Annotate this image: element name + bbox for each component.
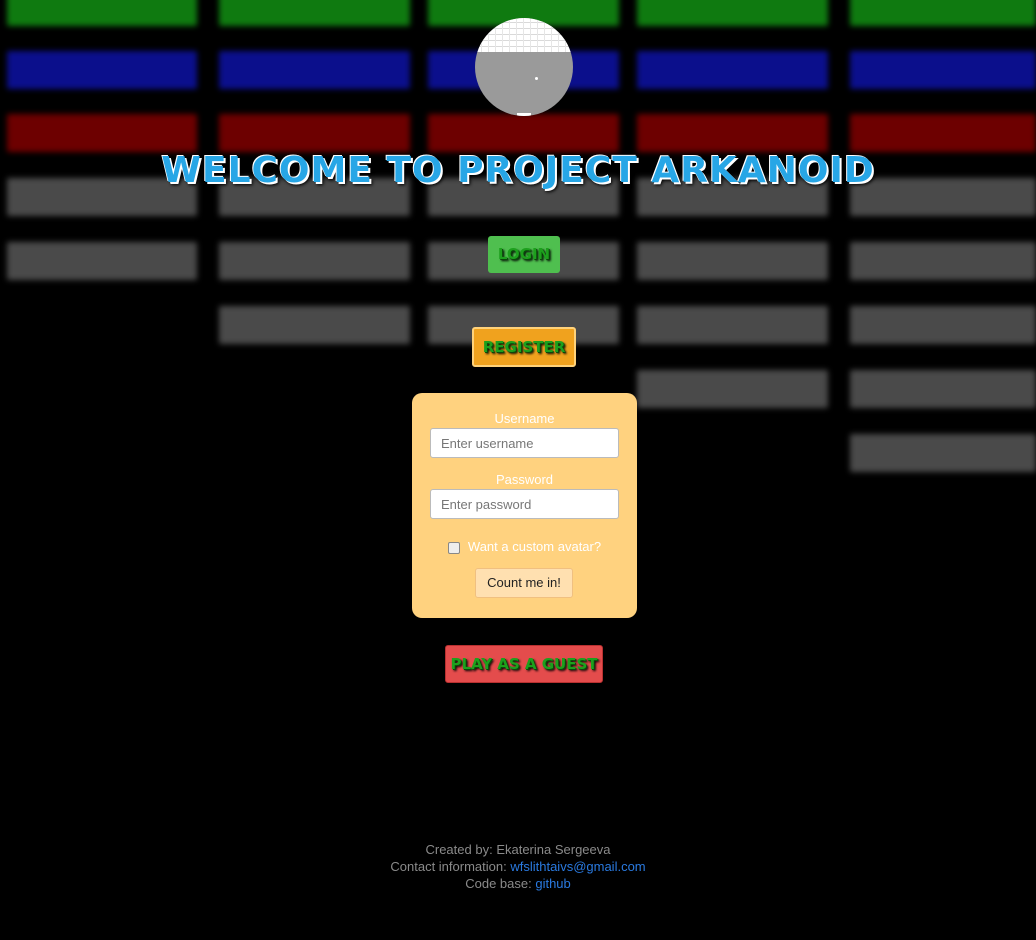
brick bbox=[428, 114, 619, 152]
register-button[interactable]: Register bbox=[472, 327, 576, 367]
brick bbox=[219, 306, 410, 344]
brick bbox=[219, 51, 410, 89]
brick bbox=[7, 242, 197, 280]
page-title: Welcome to Project Arkanoid bbox=[161, 150, 875, 191]
footer: Created by: Ekaterina Sergeeva Contact i… bbox=[0, 841, 1036, 892]
brick bbox=[7, 51, 197, 89]
brick bbox=[637, 242, 828, 280]
brick bbox=[7, 114, 197, 152]
contact-email-link[interactable]: wfslithtaivs@gmail.com bbox=[510, 859, 645, 874]
brick bbox=[850, 0, 1036, 26]
brick bbox=[850, 114, 1036, 152]
code-base-label: Code base: bbox=[465, 876, 532, 891]
brick bbox=[219, 114, 410, 152]
password-label: Password bbox=[495, 472, 554, 487]
username-label: Username bbox=[494, 411, 555, 426]
github-link[interactable]: github bbox=[535, 876, 570, 891]
registration-form: Username Password Want a custom avatar? … bbox=[412, 393, 637, 618]
contact-label: Contact information: bbox=[390, 859, 507, 874]
password-input[interactable] bbox=[430, 489, 619, 519]
brick bbox=[637, 0, 828, 26]
brick bbox=[850, 306, 1036, 344]
brick bbox=[219, 0, 410, 26]
login-button[interactable]: Login bbox=[488, 236, 560, 273]
footer-code: Code base: github bbox=[0, 875, 1036, 892]
avatar-checkbox-label[interactable]: Want a custom avatar? bbox=[468, 539, 601, 554]
brick bbox=[637, 370, 828, 408]
game-logo-image bbox=[475, 18, 573, 116]
brick bbox=[637, 306, 828, 344]
logo-bricks-pattern bbox=[475, 18, 573, 52]
footer-contact: Contact information: wfslithtaivs@gmail.… bbox=[0, 858, 1036, 875]
brick bbox=[850, 370, 1036, 408]
brick bbox=[637, 114, 828, 152]
brick bbox=[7, 0, 197, 26]
username-input[interactable] bbox=[430, 428, 619, 458]
footer-credits: Created by: Ekaterina Sergeeva bbox=[0, 841, 1036, 858]
brick bbox=[219, 242, 410, 280]
brick bbox=[850, 434, 1036, 472]
brick bbox=[637, 51, 828, 89]
logo-paddle bbox=[517, 113, 531, 116]
brick bbox=[850, 51, 1036, 89]
logo-ball bbox=[535, 77, 538, 80]
brick bbox=[850, 242, 1036, 280]
avatar-checkbox[interactable] bbox=[447, 541, 460, 554]
submit-button[interactable]: Count me in! bbox=[475, 568, 573, 598]
avatar-option: Want a custom avatar? bbox=[412, 539, 637, 554]
author-name: Ekaterina Sergeeva bbox=[496, 842, 611, 857]
play-as-guest-button[interactable]: Play as a guest bbox=[445, 645, 603, 683]
created-by-label: Created by: bbox=[425, 842, 493, 857]
